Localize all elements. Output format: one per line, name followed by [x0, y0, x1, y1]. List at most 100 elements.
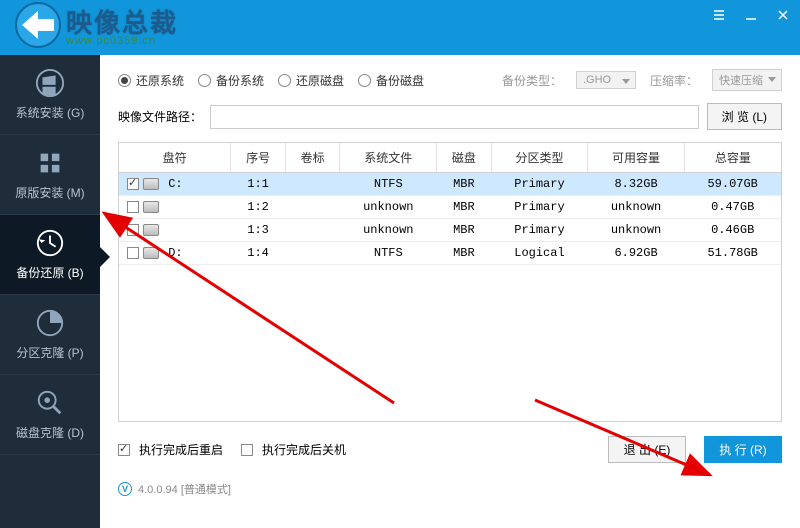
sidebar-item-label: 磁盘克隆 (D): [16, 424, 84, 441]
cell-total: 51.78GB: [684, 242, 781, 265]
drive-icon: [143, 247, 159, 259]
app-logo: 映像总裁 www.pc0359.cn: [14, 1, 62, 54]
drive-icon: [143, 224, 159, 236]
close-icon[interactable]: [772, 4, 794, 26]
cell-total: 59.07GB: [684, 173, 781, 196]
radio-label: 备份系统: [216, 72, 264, 89]
app-url: www.pc0359.cn: [66, 35, 156, 47]
drive-icon: [143, 201, 159, 213]
table-header[interactable]: 可用容量: [588, 143, 685, 173]
table-header[interactable]: 磁盘: [437, 143, 492, 173]
version-text: 4.0.0.94 [普通模式]: [138, 481, 231, 497]
footer-row: 执行完成后重启 执行完成后关机 退 出 (E) 执 行 (R): [100, 422, 800, 477]
cell-disk: MBR: [437, 196, 492, 219]
cell-total: 0.46GB: [684, 219, 781, 242]
radio-label: 还原系统: [136, 72, 184, 89]
menu-icon[interactable]: [708, 4, 730, 26]
partition-table: 盘符序号卷标系统文件磁盘分区类型可用容量总容量 C:1:1NTFSMBRPrim…: [118, 142, 782, 422]
radio-label: 备份磁盘: [376, 72, 424, 89]
table-header[interactable]: 卷标: [285, 143, 340, 173]
checkbox-label: 执行完成后关机: [262, 441, 346, 458]
table-header[interactable]: 分区类型: [491, 143, 588, 173]
radio-restore-system[interactable]: 还原系统: [118, 72, 184, 89]
minimize-icon[interactable]: [740, 4, 762, 26]
pie-icon: [35, 308, 65, 338]
cell-fs: unknown: [340, 219, 437, 242]
backup-type-label: 备份类型：: [502, 72, 562, 89]
disk-search-icon: [35, 388, 65, 418]
table-row[interactable]: 1:3unknownMBRPrimaryunknown0.46GB: [119, 219, 781, 242]
run-button[interactable]: 执 行 (R): [704, 436, 782, 463]
cell-free: unknown: [588, 219, 685, 242]
compress-combo[interactable]: 快速压缩: [712, 69, 782, 91]
exit-button[interactable]: 退 出 (E): [608, 436, 686, 463]
radio-restore-disk[interactable]: 还原磁盘: [278, 72, 344, 89]
cell-ptype: Primary: [491, 219, 588, 242]
logo-icon: [14, 1, 62, 49]
sidebar-item-partition-clone[interactable]: 分区克隆 (P): [0, 295, 100, 375]
image-path-input[interactable]: [210, 105, 699, 129]
cell-disk: MBR: [437, 219, 492, 242]
cell-seq: 1:4: [231, 242, 286, 265]
cell-vol: [285, 219, 340, 242]
operation-options: 还原系统 备份系统 还原磁盘 备份磁盘 备份类型： .GHO 压缩率： 快速压缩: [100, 55, 800, 99]
cell-disk: MBR: [437, 173, 492, 196]
compress-label: 压缩率：: [650, 72, 698, 89]
main-panel: 还原系统 备份系统 还原磁盘 备份磁盘 备份类型： .GHO 压缩率： 快速压缩…: [100, 55, 800, 528]
cell-vol: [285, 242, 340, 265]
cell-free: unknown: [588, 196, 685, 219]
cell-disk: MBR: [437, 242, 492, 265]
cell-vol: [285, 173, 340, 196]
cell-fs: NTFS: [340, 242, 437, 265]
radio-backup-disk[interactable]: 备份磁盘: [358, 72, 424, 89]
version-badge-icon: V: [118, 482, 132, 496]
cell-total: 0.47GB: [684, 196, 781, 219]
title-bar: 映像总裁 www.pc0359.cn: [0, 0, 800, 55]
cell-free: 6.92GB: [588, 242, 685, 265]
sidebar: 系统安装 (G) 原版安装 (M) 备份还原 (B) 分区克隆 (P) 磁盘克隆…: [0, 55, 100, 528]
radio-label: 还原磁盘: [296, 72, 344, 89]
table-header[interactable]: 总容量: [684, 143, 781, 173]
restore-icon: [35, 228, 65, 258]
row-checkbox[interactable]: [127, 247, 139, 259]
drive-icon: [143, 178, 159, 190]
checkbox-restart-after[interactable]: 执行完成后重启: [118, 441, 223, 458]
windows-icon: [35, 68, 65, 98]
cell-seq: 1:1: [231, 173, 286, 196]
sidebar-item-original-install[interactable]: 原版安装 (M): [0, 135, 100, 215]
cell-seq: 1:3: [231, 219, 286, 242]
table-header[interactable]: 序号: [231, 143, 286, 173]
table-row[interactable]: D:1:4NTFSMBRLogical6.92GB51.78GB: [119, 242, 781, 265]
sidebar-active-indicator: [100, 247, 110, 267]
cell-fs: unknown: [340, 196, 437, 219]
checkbox-shutdown-after[interactable]: 执行完成后关机: [241, 441, 346, 458]
table-row[interactable]: 1:2unknownMBRPrimaryunknown0.47GB: [119, 196, 781, 219]
windows-tiles-icon: [35, 148, 65, 178]
table-header[interactable]: 系统文件: [340, 143, 437, 173]
cell-ptype: Logical: [491, 242, 588, 265]
cell-vol: [285, 196, 340, 219]
image-path-row: 映像文件路径： 浏 览 (L): [100, 99, 800, 142]
sidebar-item-backup-restore[interactable]: 备份还原 (B): [0, 215, 100, 295]
cell-fs: NTFS: [340, 173, 437, 196]
sidebar-item-system-install[interactable]: 系统安装 (G): [0, 55, 100, 135]
radio-backup-system[interactable]: 备份系统: [198, 72, 264, 89]
row-checkbox[interactable]: [127, 178, 139, 190]
sidebar-item-label: 备份还原 (B): [16, 264, 83, 281]
row-checkbox[interactable]: [127, 224, 139, 236]
table-row[interactable]: C:1:1NTFSMBRPrimary8.32GB59.07GB: [119, 173, 781, 196]
sidebar-item-disk-clone[interactable]: 磁盘克隆 (D): [0, 375, 100, 455]
backup-type-combo[interactable]: .GHO: [576, 71, 636, 89]
table-header[interactable]: 盘符: [119, 143, 231, 173]
cell-ptype: Primary: [491, 173, 588, 196]
browse-button[interactable]: 浏 览 (L): [707, 103, 782, 130]
version-bar: V 4.0.0.94 [普通模式]: [100, 477, 800, 505]
path-label: 映像文件路径：: [118, 108, 202, 125]
sidebar-item-label: 系统安装 (G): [16, 104, 85, 121]
cell-ptype: Primary: [491, 196, 588, 219]
cell-seq: 1:2: [231, 196, 286, 219]
cell-free: 8.32GB: [588, 173, 685, 196]
sidebar-item-label: 原版安装 (M): [15, 184, 84, 201]
checkbox-label: 执行完成后重启: [139, 441, 223, 458]
row-checkbox[interactable]: [127, 201, 139, 213]
